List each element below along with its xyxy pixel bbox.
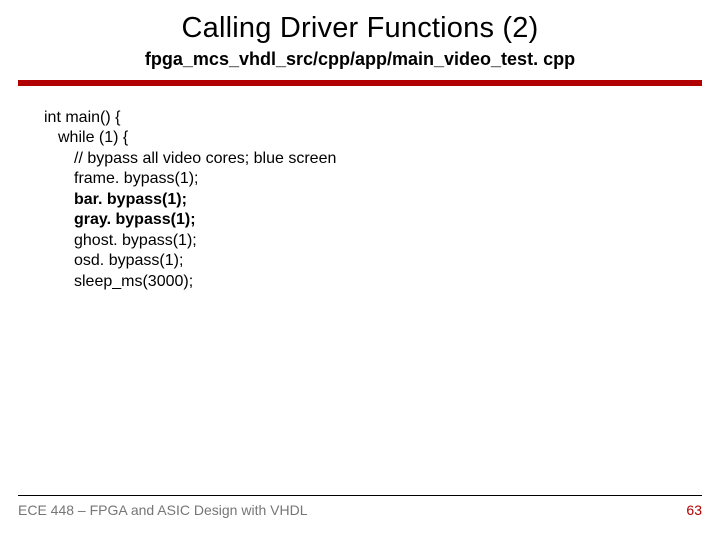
code-line: sleep_ms(3000);: [44, 272, 720, 292]
code-line: frame. bypass(1);: [44, 169, 720, 189]
slide-subtitle: fpga_mcs_vhdl_src/cpp/app/main_video_tes…: [0, 49, 720, 70]
code-line: ghost. bypass(1);: [44, 231, 720, 251]
code-line: gray. bypass(1);: [44, 210, 720, 230]
footer: ECE 448 – FPGA and ASIC Design with VHDL…: [0, 495, 720, 518]
footer-course: ECE 448 – FPGA and ASIC Design with VHDL: [18, 502, 307, 518]
footer-divider: [18, 495, 702, 496]
page-number: 63: [686, 502, 702, 518]
code-block: int main() { while (1) { // bypass all v…: [44, 108, 720, 292]
code-line: while (1) {: [44, 128, 720, 148]
footer-row: ECE 448 – FPGA and ASIC Design with VHDL…: [18, 502, 702, 518]
code-line: bar. bypass(1);: [44, 190, 720, 210]
code-line: osd. bypass(1);: [44, 251, 720, 271]
code-line: int main() {: [44, 108, 720, 128]
title-underline: [18, 80, 702, 86]
slide: Calling Driver Functions (2) fpga_mcs_vh…: [0, 0, 720, 540]
code-line: // bypass all video cores; blue screen: [44, 149, 720, 169]
slide-title: Calling Driver Functions (2): [0, 0, 720, 45]
